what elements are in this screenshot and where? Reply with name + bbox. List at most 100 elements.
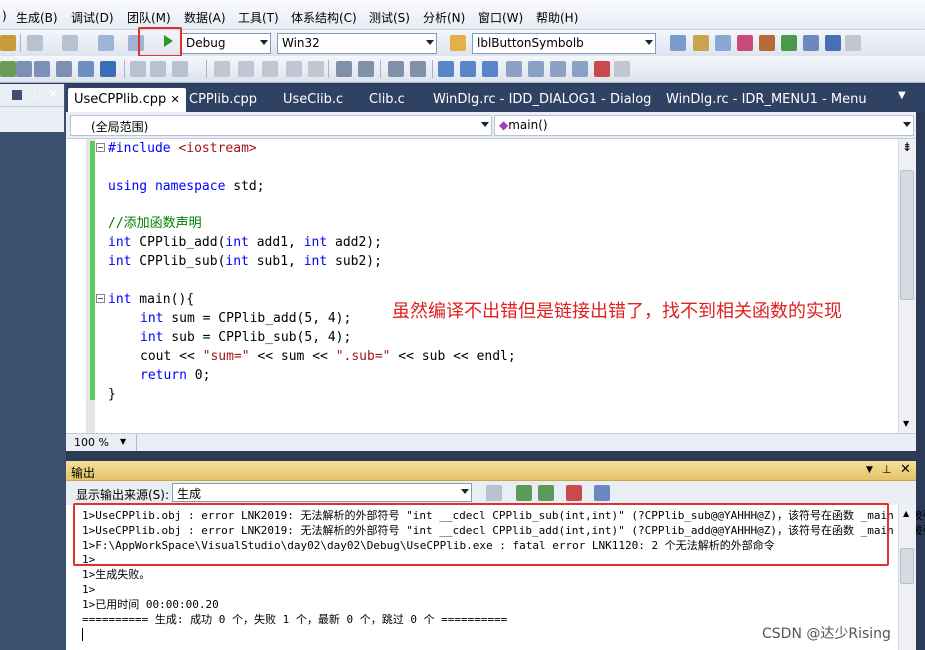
scope-select[interactable]: (全局范围) [70, 115, 492, 136]
redo-icon[interactable] [62, 35, 78, 51]
output-source-select[interactable]: 生成 [172, 483, 472, 502]
menu-fragment: ) [2, 9, 7, 23]
next-bookmark-doc-icon[interactable] [572, 61, 588, 77]
navigate-back-icon[interactable] [98, 35, 114, 51]
keyword: #include [108, 141, 171, 156]
prev-bookmark-icon[interactable] [460, 61, 476, 77]
toolbar-icon-10[interactable] [214, 61, 230, 77]
split-icon[interactable]: ⇟ [902, 140, 912, 154]
object-browser-icon[interactable] [715, 35, 731, 51]
menu-team[interactable]: 团队(M) [127, 9, 171, 26]
code-text: } [108, 387, 116, 402]
undo-icon[interactable] [27, 35, 43, 51]
toolbar-icon-1[interactable] [0, 61, 16, 77]
menu-test[interactable]: 测试(S) [369, 9, 410, 26]
toolbar-icon-7[interactable] [130, 61, 146, 77]
output-line: 1>生成失败。 [82, 568, 151, 581]
toolbar-icon-2[interactable] [16, 61, 32, 77]
clear-all-icon[interactable] [566, 485, 582, 501]
prev-bookmark-folder-icon[interactable] [506, 61, 522, 77]
clear-bookmarks-icon[interactable] [594, 61, 610, 77]
toolbar-icon-4[interactable] [56, 61, 72, 77]
menu-window[interactable]: 窗口(W) [478, 9, 523, 26]
pin-icon[interactable]: ⊥ [882, 463, 892, 476]
toolbar-icon-13[interactable] [286, 61, 302, 77]
tab-windlg-menu[interactable]: WinDlg.rc - IDR_MENU1 - Menu [660, 88, 873, 112]
toolbar-options-icon[interactable] [845, 35, 861, 51]
word-wrap-icon[interactable] [594, 485, 610, 501]
toolbar-icon-9[interactable] [172, 61, 188, 77]
tab-list-dropdown-icon[interactable]: ▼ [898, 90, 906, 101]
zoom-dropdown-icon[interactable]: ▼ [120, 437, 126, 446]
code-line-using: using namespace std; [108, 177, 265, 196]
keyword: return [140, 368, 187, 383]
window-position-icon[interactable]: ▼ [866, 465, 873, 475]
next-bookmark-folder-icon[interactable] [528, 61, 544, 77]
menu-tools[interactable]: 工具(T) [238, 9, 279, 26]
toolbar-icon-11[interactable] [238, 61, 254, 77]
pin-icon[interactable]: ⊥ [30, 88, 40, 101]
output-line: 1> [82, 583, 96, 596]
tools-icon[interactable] [759, 35, 775, 51]
output-window-icon[interactable] [825, 35, 841, 51]
tab-clib-c[interactable]: Clib.c [363, 88, 411, 112]
menu-bar: ) 生成(B) 调试(D) 团队(M) 数据(A) 工具(T) 体系结构(C) … [0, 0, 925, 30]
toolbar-icon-6[interactable] [100, 61, 116, 77]
tab-cpplib-cpp[interactable]: CPPlib.cpp [183, 88, 263, 112]
changed-lines-marker [90, 141, 95, 400]
next-bookmark-icon[interactable] [482, 61, 498, 77]
tab-windlg-dialog[interactable]: WinDlg.rc - IDD_DIALOG1 - Dialog [427, 88, 657, 112]
menu-help[interactable]: 帮助(H) [536, 9, 578, 26]
prev-message-icon[interactable] [516, 485, 532, 501]
scroll-down-icon[interactable]: ▼ [903, 419, 909, 428]
class-view-icon[interactable] [737, 35, 753, 51]
toolbar-options-icon[interactable] [614, 61, 630, 77]
start-debugging-button[interactable] [138, 27, 182, 57]
tab-usecpplib-cpp[interactable]: UseCPPlib.cpp ✕ [68, 88, 186, 112]
find-in-files-icon[interactable] [450, 35, 466, 51]
outdent-icon[interactable] [336, 61, 352, 77]
close-icon[interactable]: ✕ [170, 93, 179, 106]
menu-data[interactable]: 数据(A) [184, 9, 226, 26]
uncomment-icon[interactable] [410, 61, 426, 77]
toolbox-icon[interactable] [803, 35, 819, 51]
prev-bookmark-doc-icon[interactable] [550, 61, 566, 77]
scroll-up-icon[interactable]: ▲ [903, 509, 909, 518]
paste-icon[interactable] [0, 35, 16, 51]
find-message-icon[interactable] [486, 485, 502, 501]
toolbar-icon-8[interactable] [150, 61, 166, 77]
next-message-icon[interactable] [538, 485, 554, 501]
collapse-icon[interactable]: − [96, 143, 105, 152]
chevron-down-icon[interactable] [12, 90, 22, 100]
properties-icon[interactable] [693, 35, 709, 51]
editor-scroll-thumb[interactable] [900, 170, 914, 300]
menu-debug[interactable]: 调试(D) [71, 9, 114, 26]
toolbar-icon-3[interactable] [34, 61, 50, 77]
toolbar-icon-12[interactable] [262, 61, 278, 77]
tab-useclib-c[interactable]: UseClib.c [277, 88, 349, 112]
indent-icon[interactable] [358, 61, 374, 77]
comment-icon[interactable] [388, 61, 404, 77]
start-page-icon[interactable] [781, 35, 797, 51]
toolbar-separator [432, 60, 433, 78]
toolbar-icon-5[interactable] [78, 61, 94, 77]
code-line-sub: int sub = CPPlib_sub(5, 4); [140, 328, 351, 347]
bookmark-icon[interactable] [438, 61, 454, 77]
solution-platform-select[interactable]: Win32 [277, 33, 437, 54]
keyword: int [140, 330, 164, 345]
close-icon[interactable]: ✕ [48, 87, 58, 101]
chevron-down-icon [461, 489, 469, 494]
output-scroll-thumb[interactable] [900, 548, 914, 584]
collapse-icon[interactable]: − [96, 294, 105, 303]
toolbar-icon-14[interactable] [308, 61, 324, 77]
find-combo[interactable]: lblButtonSymbolb [472, 33, 656, 54]
menu-analyze[interactable]: 分析(N) [423, 9, 465, 26]
function-select[interactable]: ◆main() [494, 115, 914, 136]
menu-build[interactable]: 生成(B) [16, 9, 58, 26]
menu-architecture[interactable]: 体系结构(C) [291, 9, 357, 26]
solution-explorer-icon[interactable] [670, 35, 686, 51]
solution-config-select[interactable]: Debug [181, 33, 271, 54]
error-highlight-box [73, 503, 889, 566]
close-icon[interactable]: ✕ [900, 462, 911, 477]
zoom-level[interactable]: 100 % [74, 436, 109, 449]
